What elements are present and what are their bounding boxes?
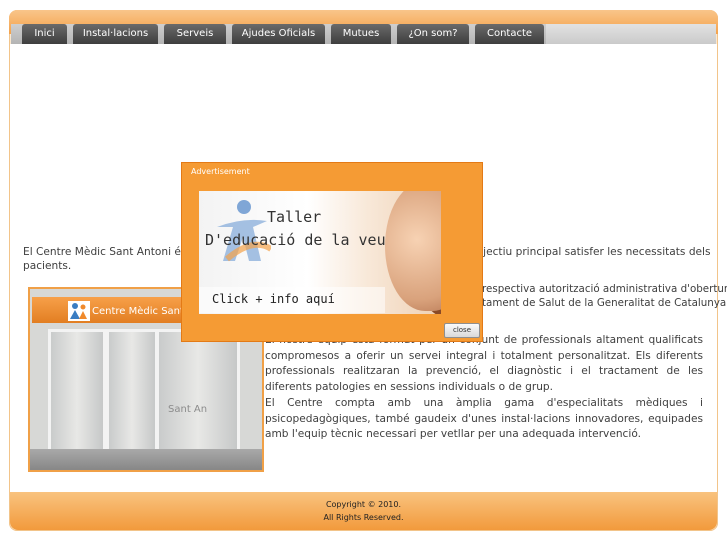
clinic-logo-icon — [68, 301, 90, 321]
paragraph-team: El nostre equip està format per un conju… — [265, 334, 703, 393]
clinic-sign-text: Centre Mèdic Sant A — [92, 306, 194, 317]
close-button[interactable]: close — [444, 323, 480, 338]
nav-item-installacions[interactable]: Instal·lacions — [73, 24, 158, 44]
nav-item-on-som[interactable]: ¿On som? — [397, 24, 469, 44]
nav-bar-end — [546, 24, 716, 44]
ad-title-line2: D'educació de la veu — [205, 231, 386, 249]
ad-woman-image — [385, 191, 441, 311]
clinic-door-text: Sant An — [168, 404, 208, 415]
clinic-floor — [30, 449, 262, 470]
nav-item-contacte[interactable]: Contacte — [475, 24, 544, 44]
advertisement-modal: Advertisement Taller D'educació de la ve… — [181, 162, 483, 342]
modal-title: Advertisement — [191, 167, 250, 176]
footer-rights: All Rights Reserved. — [323, 513, 404, 522]
nav-item-inici[interactable]: Inici — [22, 24, 67, 44]
clinic-window-middle — [106, 329, 158, 459]
footer-copyright: Copyright © 2010. — [325, 500, 402, 509]
paragraph-specialities: El Centre compta amb una àmplia gama d'e… — [265, 397, 703, 441]
ad-cta-link[interactable]: Click + info aquí — [212, 292, 335, 306]
footer — [10, 492, 717, 530]
person-silhouette-icon — [217, 200, 271, 262]
clinic-window-left — [48, 329, 106, 459]
clinic-door — [156, 329, 240, 459]
ad-title-line1: Taller — [267, 208, 322, 226]
nav-item-ajudes-oficials[interactable]: Ajudes Oficials — [232, 24, 325, 44]
paragraph-authorization-line2: tament de Salut de la Generalitat de Cat… — [482, 297, 727, 309]
intro-text-end: pacients. — [23, 260, 72, 272]
nav-item-mutues[interactable]: Mutues — [331, 24, 391, 44]
intro-text-right: n o objectiu principal satisfer les nece… — [450, 246, 711, 258]
ad-banner[interactable]: Taller D'educació de la veu Click + info… — [199, 191, 441, 314]
nav-item-serveis[interactable]: Serveis — [164, 24, 226, 44]
